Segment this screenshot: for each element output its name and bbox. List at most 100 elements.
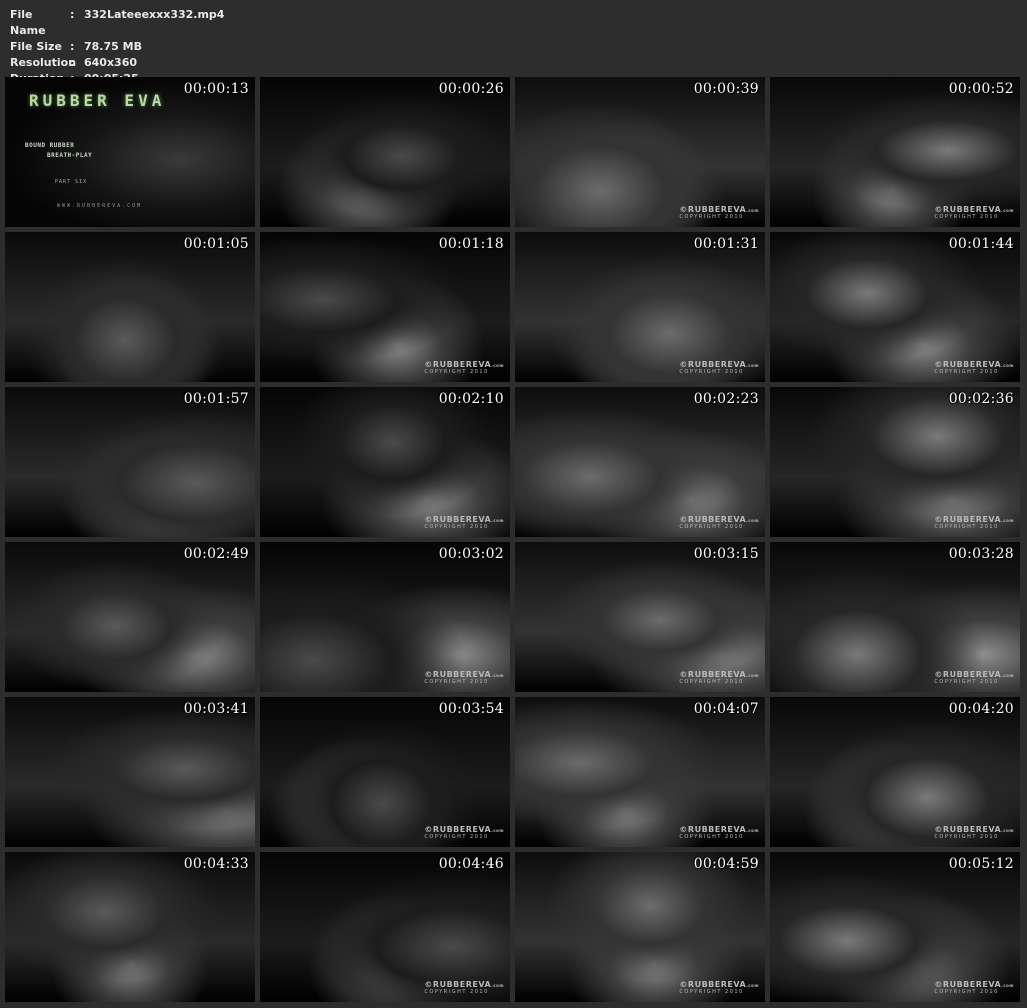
thumbnail-frame-image [5,232,255,382]
thumbnail-timestamp: 00:01:57 [183,391,249,407]
watermark-suffix: .com [746,518,759,523]
video-thumbnail[interactable]: 00:02:23 ©RUBBEREVA.com COPYRIGHT 2010 [515,387,765,537]
thumbnail-timestamp: 00:02:49 [183,546,249,562]
video-thumbnail[interactable]: 00:02:36 ©RUBBEREVA.com COPYRIGHT 2010 [770,387,1020,537]
video-thumbnail[interactable]: 00:04:07 ©RUBBEREVA.com COPYRIGHT 2010 [515,697,765,847]
watermark-suffix: .com [1001,518,1014,523]
separator: : [70,8,75,21]
watermark-brand: ©RUBBEREVA [424,670,492,679]
video-thumbnail[interactable]: 00:04:20 ©RUBBEREVA.com COPYRIGHT 2010 [770,697,1020,847]
watermark-suffix: .com [1001,828,1014,833]
watermark-copyright: COPYRIGHT 2010 [934,834,999,840]
video-thumbnail[interactable]: 00:03:41 [5,697,255,847]
thumbnail-timestamp: 00:01:18 [438,236,504,252]
video-thumbnail[interactable]: 00:00:39 ©RUBBEREVA.com COPYRIGHT 2010 [515,77,765,227]
watermark-brand: ©RUBBEREVA [679,980,747,989]
file-name-value: 332Lateeexxx332.mp4 [84,8,225,21]
watermark-brand: ©RUBBEREVA [679,205,747,214]
title-card-brand: RUBBER EVA [29,91,166,110]
video-thumbnail[interactable]: 00:05:12 ©RUBBEREVA.com COPYRIGHT 2010 [770,852,1020,1002]
watermark-suffix: .com [1001,983,1014,988]
copyright-watermark: ©RUBBEREVA.com COPYRIGHT 2010 [679,671,759,686]
title-card-subtitle: BOUND RUBBER BREATH-PLAY [25,141,92,161]
watermark-suffix: .com [746,673,759,678]
thumbnail-timestamp: 00:04:33 [183,856,249,872]
thumbnail-timestamp: 00:04:07 [693,701,759,717]
watermark-brand: ©RUBBEREVA [424,360,492,369]
watermark-copyright: COPYRIGHT 2010 [679,989,744,995]
watermark-copyright: COPYRIGHT 2010 [424,524,489,530]
copyright-watermark: ©RUBBEREVA.com COPYRIGHT 2010 [424,516,504,531]
watermark-brand: ©RUBBEREVA [424,515,492,524]
title-card-part: PART SIX [55,179,88,185]
copyright-watermark: ©RUBBEREVA.com COPYRIGHT 2010 [424,981,504,996]
video-thumbnail[interactable]: 00:04:46 ©RUBBEREVA.com COPYRIGHT 2010 [260,852,510,1002]
copyright-watermark: ©RUBBEREVA.com COPYRIGHT 2010 [679,361,759,376]
separator: : [70,40,75,53]
watermark-suffix: .com [491,363,504,368]
thumbnail-timestamp: 00:03:41 [183,701,249,717]
video-thumbnail[interactable]: 00:04:33 [5,852,255,1002]
watermark-copyright: COPYRIGHT 2010 [679,369,744,375]
video-thumbnail[interactable]: 00:03:15 ©RUBBEREVA.com COPYRIGHT 2010 [515,542,765,692]
video-thumbnail[interactable]: 00:03:28 ©RUBBEREVA.com COPYRIGHT 2010 [770,542,1020,692]
video-thumbnail[interactable]: 00:00:52 ©RUBBEREVA.com COPYRIGHT 2010 [770,77,1020,227]
thumbnail-frame-image [5,697,255,847]
watermark-brand: ©RUBBEREVA [934,205,1002,214]
copyright-watermark: ©RUBBEREVA.com COPYRIGHT 2010 [679,981,759,996]
watermark-suffix: .com [746,208,759,213]
watermark-brand: ©RUBBEREVA [679,515,747,524]
watermark-suffix: .com [746,828,759,833]
thumbnail-timestamp: 00:02:10 [438,391,504,407]
video-thumbnail[interactable]: 00:03:54 ©RUBBEREVA.com COPYRIGHT 2010 [260,697,510,847]
watermark-suffix: .com [491,828,504,833]
thumbnail-timestamp: 00:02:23 [693,391,759,407]
watermark-suffix: .com [491,673,504,678]
watermark-brand: ©RUBBEREVA [934,670,1002,679]
thumbnail-frame-image [5,542,255,692]
thumbnail-timestamp: 00:04:20 [948,701,1014,717]
video-thumbnail[interactable]: RUBBER EVA BOUND RUBBER BREATH-PLAY PART SI… [5,77,255,227]
file-info-panel: File Name : 332Lateeexxx332.mp4 File Siz… [10,7,224,87]
thumbnail-timestamp: 00:00:26 [438,81,504,97]
thumbnail-timestamp: 00:00:39 [693,81,759,97]
file-size-value: 78.75 MB [84,40,142,53]
video-thumbnail[interactable]: 00:00:26 [260,77,510,227]
thumbnail-timestamp: 00:01:05 [183,236,249,252]
video-thumbnail[interactable]: 00:01:57 [5,387,255,537]
thumbnail-timestamp: 00:03:28 [948,546,1014,562]
thumbnail-timestamp: 00:03:02 [438,546,504,562]
video-thumbnail[interactable]: 00:03:02 ©RUBBEREVA.com COPYRIGHT 2010 [260,542,510,692]
file-info-row: File Size : 78.75 MB [10,39,224,55]
video-thumbnail[interactable]: 00:01:31 ©RUBBEREVA.com COPYRIGHT 2010 [515,232,765,382]
video-thumbnail[interactable]: 00:04:59 ©RUBBEREVA.com COPYRIGHT 2010 [515,852,765,1002]
copyright-watermark: ©RUBBEREVA.com COPYRIGHT 2010 [934,671,1014,686]
copyright-watermark: ©RUBBEREVA.com COPYRIGHT 2010 [424,361,504,376]
copyright-watermark: ©RUBBEREVA.com COPYRIGHT 2010 [934,981,1014,996]
copyright-watermark: ©RUBBEREVA.com COPYRIGHT 2010 [424,826,504,841]
file-info-row: File Name : 332Lateeexxx332.mp4 [10,7,224,39]
watermark-suffix: .com [746,363,759,368]
thumbnail-timestamp: 00:01:31 [693,236,759,252]
video-thumbnail[interactable]: 00:02:10 ©RUBBEREVA.com COPYRIGHT 2010 [260,387,510,537]
video-thumbnail[interactable]: 00:01:05 [5,232,255,382]
watermark-copyright: COPYRIGHT 2010 [679,524,744,530]
thumbnail-grid: RUBBER EVA BOUND RUBBER BREATH-PLAY PART SI… [5,77,1020,1002]
watermark-suffix: .com [746,983,759,988]
watermark-copyright: COPYRIGHT 2010 [424,989,489,995]
watermark-copyright: COPYRIGHT 2010 [424,834,489,840]
video-thumbnail[interactable]: 00:01:44 ©RUBBEREVA.com COPYRIGHT 2010 [770,232,1020,382]
watermark-copyright: COPYRIGHT 2010 [679,679,744,685]
copyright-watermark: ©RUBBEREVA.com COPYRIGHT 2010 [934,361,1014,376]
watermark-copyright: COPYRIGHT 2010 [934,214,999,220]
video-thumbnail[interactable]: 00:01:18 ©RUBBEREVA.com COPYRIGHT 2010 [260,232,510,382]
thumbnail-timestamp: 00:00:52 [948,81,1014,97]
watermark-copyright: COPYRIGHT 2010 [424,679,489,685]
video-thumbnail[interactable]: 00:02:49 [5,542,255,692]
file-name-label: File Name [10,8,46,37]
file-size-label: File Size [10,40,62,53]
watermark-copyright: COPYRIGHT 2010 [934,989,999,995]
thumbnail-timestamp: 00:04:59 [693,856,759,872]
copyright-watermark: ©RUBBEREVA.com COPYRIGHT 2010 [679,206,759,221]
watermark-copyright: COPYRIGHT 2010 [424,369,489,375]
